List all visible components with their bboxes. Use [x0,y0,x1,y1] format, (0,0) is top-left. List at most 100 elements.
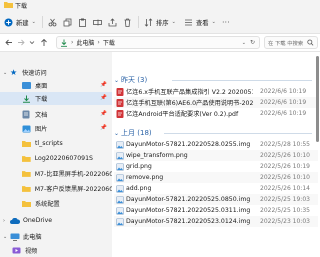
nav-item-downloads[interactable]: 下载 📌 [0,92,112,105]
breadcrumb-this-pc[interactable]: 此电脑 [76,38,94,47]
file-row[interactable]: grid.png 2022/5/26 10:19 [114,161,318,172]
pin-icon: 📌 [100,95,107,101]
address-history-chevron-icon[interactable]: ⌄ [242,40,246,46]
documents-folder-icon [22,110,30,119]
nav-item-m7-folder-1[interactable]: M7-比亚黑屏手机-20220602-稿 [0,167,112,180]
file-row[interactable]: DayunMotor-57821.20220528.0255.img 2022/… [114,139,318,150]
nav-item-label: 视频 [25,248,38,255]
group-header-yesterday[interactable]: ⌄ 昨天 (3) [114,74,147,86]
address-row: › 此电脑 › 下载 ⌄ ↻ 在 下载 中搜索 [0,34,320,52]
nav-item-desktop[interactable]: 桌面 📌 [0,79,112,92]
rename-icon [93,19,102,25]
image-file-icon [116,174,124,182]
file-date: 2022/5/26 10:10 [260,174,310,181]
file-row[interactable]: wipe_transform.png 2022/5/26 10:10 [114,150,318,161]
file-name: 亿连6.x手机互联产品集成指引 V2.2 20200515.pdf [126,89,253,96]
image-file-icon [116,185,124,193]
nav-item-this-pc[interactable]: ⌄ 此电脑 [0,230,112,243]
delete-button[interactable] [123,16,132,28]
image-file-icon [116,152,124,160]
nav-item-label: tl_scripts [35,140,63,147]
file-name: DayunMotor-57821.20220525.0311.img [126,207,251,214]
file-row[interactable]: remove.png 2022/5/26 10:10 [114,172,318,183]
nav-item-system-config[interactable]: 系统配置 [0,197,112,210]
nav-item-tl-scripts[interactable]: tl_scripts [0,137,112,150]
pdf-file-icon [116,110,124,118]
copy-button[interactable] [63,16,72,28]
file-name: grid.png [126,163,152,170]
group-header-last-month[interactable]: ⌄ 上月 (18) [114,127,152,139]
search-icon [307,39,314,46]
group-divider [172,80,312,81]
file-date: 2022/5/26 10:19 [260,163,310,170]
nav-item-label: 图片 [35,126,48,133]
folder-icon [4,2,13,8]
share-button[interactable] [108,16,117,28]
star-icon: ★ [10,68,18,77]
window-title: 下载 [15,3,28,10]
search-input[interactable]: 在 下载 中搜索 [264,36,318,49]
file-row[interactable]: 亿连Android平台适配要求(Ver 0.2).pdf 2022/6/6 10… [114,108,318,119]
scrollbar-thumb[interactable] [316,56,319,142]
file-date: 2022/5/26 10:14 [260,185,310,192]
nav-item-log-folder[interactable]: Log20220607091S [0,152,112,165]
cut-button[interactable] [48,16,57,28]
nav-item-label: 系统配置 [35,201,60,208]
breadcrumb-downloads[interactable]: 下载 [103,38,115,47]
recent-chevron-icon[interactable] [27,37,37,48]
file-date: 2022/5/23 10:03 [260,218,310,225]
nav-item-m7-folder-2[interactable]: M7-客户反馈黑屏-20220606-稿 [0,182,112,195]
file-row[interactable]: 亿连6.x手机互联产品集成指引 V2.2 20200515.pdf 2022/6… [114,86,318,97]
nav-item-label: 文档 [35,112,48,119]
onedrive-icon [10,217,20,224]
pictures-folder-icon [22,125,31,132]
file-list: ⌄ 昨天 (3) 亿连6.x手机互联产品集成指引 V2.2 20200515.p… [112,52,320,257]
copy-icon [63,18,72,26]
new-button[interactable]: 新建 ⌄ [4,16,36,28]
back-arrow-icon[interactable] [4,37,14,48]
refresh-icon[interactable]: ↻ [250,39,255,46]
more-icon: ··· [222,17,230,27]
file-date: 2022/5/28 10:55 [260,141,310,148]
paste-button[interactable] [78,16,87,28]
file-row[interactable]: DayunMotor-57821.20220525.0850.img 2022/… [114,194,318,205]
file-name: remove.png [126,174,164,181]
view-button[interactable]: 查看 ⌄ [184,16,216,28]
desktop-folder-icon [22,82,31,89]
expand-chevron-icon[interactable]: ⌄ [3,70,9,76]
pin-icon: 📌 [100,82,107,88]
file-row[interactable]: 亿连手机互联(第6)AE6.0产品使用说明书-20200421... 2022/… [114,97,318,108]
nav-item-pictures[interactable]: 图片 📌 [0,122,112,135]
download-folder-icon [23,95,30,103]
collapse-chevron-icon[interactable]: ⌄ [114,130,119,137]
nav-item-videos[interactable]: 视频 [0,244,112,257]
file-date: 2022/5/25 19:03 [260,196,310,203]
paste-icon [79,18,86,27]
file-row[interactable]: add.png 2022/5/26 10:14 [114,183,318,194]
collapse-chevron-icon[interactable]: ⌄ [114,77,119,84]
command-bar: 新建 ⌄ 排序 ⌄ 查看 ⌄ ··· [0,10,320,34]
nav-item-label: M7-比亚黑屏手机-20220602-稿 [34,171,112,178]
up-arrow-icon[interactable] [39,37,49,48]
more-button[interactable]: ··· [222,16,230,28]
nav-item-label: Log20220607091S [34,155,93,162]
nav-item-onedrive[interactable]: › OneDrive [0,214,112,227]
expand-chevron-icon[interactable]: › [3,218,9,224]
nav-item-documents[interactable]: 文档 📌 [0,108,112,121]
image-file-icon [116,141,124,149]
file-row[interactable]: DayunMotor-57821.20220523.0124.img 2022/… [114,216,318,227]
file-row[interactable]: DayunMotor-57821.20220525.0311.img 2022/… [114,205,318,216]
image-file-icon [116,207,124,215]
nav-item-quick-access[interactable]: ⌄ ★ 快速访问 [0,66,112,79]
view-icon [185,19,192,25]
address-bar[interactable]: › 此电脑 › 下载 ⌄ ↻ [56,36,260,49]
file-date: 2022/6/6 10:19 [260,99,307,106]
sort-icon [144,17,153,27]
forward-arrow-icon[interactable] [16,37,26,48]
toolbar-divider [138,16,139,28]
sort-button[interactable]: 排序 ⌄ [144,16,176,28]
expand-chevron-icon[interactable]: ⌄ [3,234,9,240]
nav-item-label: OneDrive [23,217,53,224]
rename-button[interactable] [93,16,102,28]
file-date: 2022/5/25 10:35 [260,207,310,214]
